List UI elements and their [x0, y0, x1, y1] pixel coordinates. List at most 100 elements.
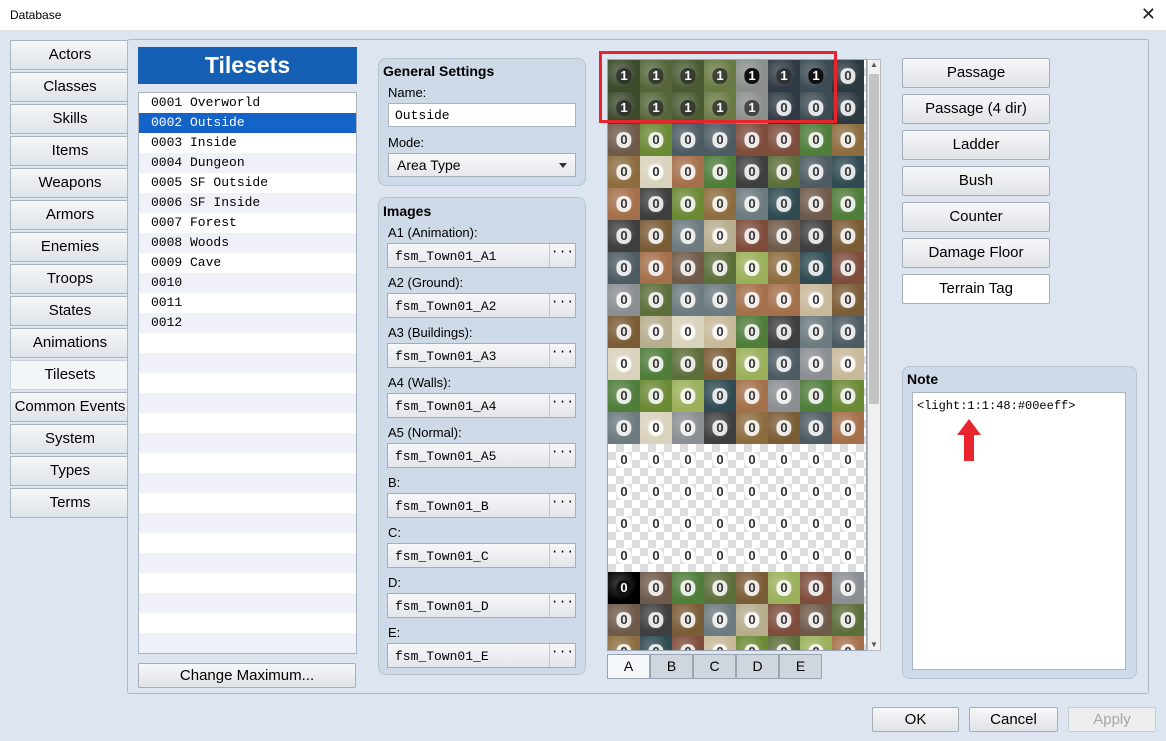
tile[interactable]: 0: [704, 156, 736, 188]
tile[interactable]: 0: [704, 380, 736, 412]
tile[interactable]: 0: [736, 636, 768, 650]
tile[interactable]: 0: [640, 540, 672, 572]
scroll-down-icon[interactable]: ▼: [870, 640, 878, 649]
tile[interactable]: 0: [800, 348, 832, 380]
tile[interactable]: 0: [736, 156, 768, 188]
nav-animations[interactable]: Animations: [10, 328, 130, 358]
tile[interactable]: 0: [832, 380, 864, 412]
tab-d[interactable]: D: [736, 654, 779, 679]
image-slot-selector[interactable]: fsm_Town01_C ···: [387, 543, 576, 568]
apply-button[interactable]: Apply: [1068, 707, 1156, 732]
tab-c[interactable]: C: [693, 654, 736, 679]
flag-bush-button[interactable]: Bush: [902, 166, 1050, 196]
flag-ladder-button[interactable]: Ladder: [902, 130, 1050, 160]
tile[interactable]: 0: [640, 188, 672, 220]
tile[interactable]: 0: [704, 220, 736, 252]
tile[interactable]: 0: [736, 604, 768, 636]
browse-icon[interactable]: ···: [549, 644, 575, 667]
mode-dropdown[interactable]: Area Type: [388, 153, 576, 177]
tile[interactable]: 1: [608, 92, 640, 124]
tile[interactable]: 0: [704, 188, 736, 220]
tile[interactable]: 0: [640, 636, 672, 650]
tile[interactable]: 0: [736, 412, 768, 444]
tile[interactable]: 0: [608, 188, 640, 220]
tile[interactable]: 0: [832, 476, 864, 508]
list-item[interactable]: [139, 453, 356, 473]
scroll-up-icon[interactable]: ▲: [870, 60, 878, 69]
tile[interactable]: 0: [704, 124, 736, 156]
nav-classes[interactable]: Classes: [10, 72, 130, 102]
tile[interactable]: 0: [608, 508, 640, 540]
tile[interactable]: 1: [640, 60, 672, 92]
tile[interactable]: 0: [768, 540, 800, 572]
tile[interactable]: 0: [736, 284, 768, 316]
ok-button[interactable]: OK: [872, 707, 959, 732]
tile[interactable]: 0: [608, 316, 640, 348]
tile[interactable]: 0: [640, 124, 672, 156]
tile[interactable]: 0: [608, 636, 640, 650]
tile[interactable]: 0: [832, 188, 864, 220]
tile[interactable]: 0: [672, 124, 704, 156]
list-item[interactable]: [139, 473, 356, 493]
list-item[interactable]: [139, 633, 356, 653]
tile[interactable]: 0: [768, 284, 800, 316]
tile[interactable]: 0: [768, 348, 800, 380]
list-item[interactable]: 0004 Dungeon: [139, 153, 356, 173]
list-item[interactable]: 0012: [139, 313, 356, 333]
browse-icon[interactable]: ···: [549, 444, 575, 467]
list-item[interactable]: 0006 SF Inside: [139, 193, 356, 213]
tile[interactable]: 1: [736, 92, 768, 124]
tile[interactable]: 0: [832, 92, 864, 124]
tile[interactable]: 0: [768, 252, 800, 284]
tile[interactable]: 0: [768, 604, 800, 636]
tile[interactable]: 0: [672, 316, 704, 348]
tile[interactable]: 0: [800, 444, 832, 476]
tile[interactable]: 0: [640, 252, 672, 284]
tile[interactable]: 0: [608, 604, 640, 636]
tile[interactable]: 0: [768, 444, 800, 476]
tile[interactable]: 0: [608, 476, 640, 508]
tile[interactable]: 0: [672, 252, 704, 284]
tile[interactable]: 0: [800, 124, 832, 156]
tile[interactable]: 0: [672, 540, 704, 572]
nav-items[interactable]: Items: [10, 136, 130, 166]
tile[interactable]: 0: [672, 380, 704, 412]
tile[interactable]: 0: [672, 636, 704, 650]
tile[interactable]: 0: [800, 476, 832, 508]
nav-skills[interactable]: Skills: [10, 104, 130, 134]
tile[interactable]: 0: [704, 444, 736, 476]
tile[interactable]: 0: [832, 316, 864, 348]
tile[interactable]: 0: [832, 540, 864, 572]
tile[interactable]: 0: [800, 220, 832, 252]
tile[interactable]: 0: [640, 156, 672, 188]
list-item[interactable]: [139, 353, 356, 373]
tile[interactable]: 0: [768, 124, 800, 156]
tile[interactable]: 0: [672, 348, 704, 380]
nav-troops[interactable]: Troops: [10, 264, 130, 294]
image-slot-selector[interactable]: fsm_Town01_A1 ···: [387, 243, 576, 268]
tile[interactable]: 0: [736, 348, 768, 380]
image-slot-selector[interactable]: fsm_Town01_E ···: [387, 643, 576, 668]
tile[interactable]: 0: [768, 476, 800, 508]
list-item[interactable]: [139, 593, 356, 613]
tile[interactable]: 0: [800, 188, 832, 220]
tile[interactable]: 0: [608, 572, 640, 604]
tile[interactable]: 0: [736, 316, 768, 348]
list-item[interactable]: [139, 533, 356, 553]
browse-icon[interactable]: ···: [549, 244, 575, 267]
tile[interactable]: 0: [640, 316, 672, 348]
list-item[interactable]: 0009 Cave: [139, 253, 356, 273]
change-maximum-button[interactable]: Change Maximum...: [138, 663, 356, 688]
tile[interactable]: 0: [640, 444, 672, 476]
tile[interactable]: 0: [608, 540, 640, 572]
tile[interactable]: 0: [736, 380, 768, 412]
tile[interactable]: 0: [800, 284, 832, 316]
image-slot-selector[interactable]: fsm_Town01_A4 ···: [387, 393, 576, 418]
tile[interactable]: 0: [800, 636, 832, 650]
list-item[interactable]: [139, 333, 356, 353]
image-slot-selector[interactable]: fsm_Town01_A2 ···: [387, 293, 576, 318]
tile[interactable]: 0: [832, 604, 864, 636]
list-item[interactable]: [139, 413, 356, 433]
tile[interactable]: 0: [640, 412, 672, 444]
tile[interactable]: 0: [768, 572, 800, 604]
